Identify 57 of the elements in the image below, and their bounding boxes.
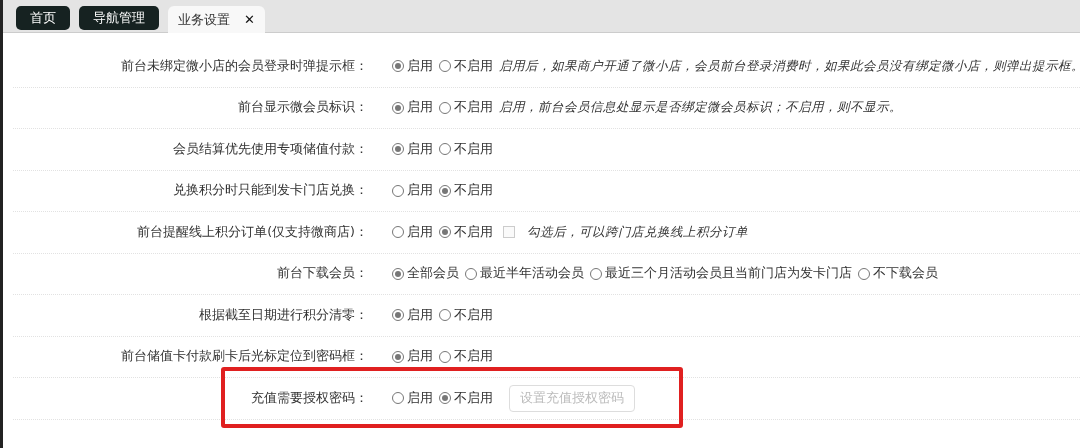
radio-button[interactable] [392,226,404,239]
setting-label: 前台未绑定微小店的会员登录时弹提示框： [120,56,368,75]
radio-button[interactable] [439,392,451,405]
option-label: 不下载会员 [873,264,938,283]
radio-button[interactable] [439,101,451,114]
setting-label: 前台储值卡付款刷卡后光标定位到密码框： [120,347,368,366]
radio-button[interactable] [439,226,451,239]
option-label: 不启用 [454,347,493,366]
option-label: 启用 [407,222,433,241]
radio-button[interactable] [392,184,404,197]
radio-button[interactable] [392,101,404,114]
option-label: 最近三个月活动会员且当前门店为发卡门店 [605,264,852,283]
setting-description: 启用后，如果商户开通了微小店，会员前台登录消费时，如果此会员没有绑定微小店，则弹出提示框。 [499,56,1080,75]
tab[interactable]: 导航管理 [79,6,159,30]
radio-button[interactable] [392,350,404,363]
option-label: 最近半年活动会员 [480,264,584,283]
option-label: 启用 [407,56,433,75]
radio-button[interactable] [465,267,477,280]
setting-label: 根据截至日期进行积分清零： [198,305,368,324]
option-label: 不启用 [454,98,493,117]
option-label: 不启用 [454,222,493,241]
option-label: 启用 [407,388,433,407]
tab[interactable]: 首页 [16,6,70,30]
option-label: 启用 [407,347,433,366]
radio-button[interactable] [392,60,404,73]
radio-button[interactable] [439,309,451,322]
option-label: 全部会员 [407,264,459,283]
radio-button[interactable] [439,143,451,156]
checkbox[interactable] [503,226,515,239]
setting-description: 启用，前台会员信息处显示是否绑定微会员标识；不启用，则不显示。 [499,98,902,117]
radio-button[interactable] [439,350,451,363]
option-label: 启用 [407,98,433,117]
radio-button[interactable] [392,267,404,280]
radio-button[interactable] [439,60,451,73]
close-icon[interactable]: ✕ [244,9,255,30]
radio-button[interactable] [392,143,404,156]
option-label: 不启用 [454,56,493,75]
option-label: 启用 [407,181,433,200]
option-label: 不启用 [454,305,493,324]
option-label: 不启用 [454,388,493,407]
option-label: 启用 [407,305,433,324]
radio-button[interactable] [392,392,404,405]
radio-button[interactable] [392,309,404,322]
option-label: 不启用 [454,139,493,158]
setting-label: 前台下载会员： [276,264,368,283]
option-label: 启用 [407,139,433,158]
tab[interactable]: 业务设置 ✕ [168,6,265,33]
setting-label: 充值需要授权密码： [250,388,368,407]
option-label: 不启用 [454,181,493,200]
setting-label: 前台显示微会员标识： [237,98,368,117]
radio-button[interactable] [439,184,451,197]
setting-label: 兑换积分时只能到发卡门店兑换： [172,181,368,200]
radio-button[interactable] [590,267,602,280]
setting-description: 勾选后，可以跨门店兑换线上积分订单 [527,222,748,241]
setting-label: 会员结算优先使用专项储值付款： [172,139,368,158]
radio-button[interactable] [858,267,870,280]
setting-label: 前台提醒线上积分订单(仅支持微商店)： [136,222,368,241]
